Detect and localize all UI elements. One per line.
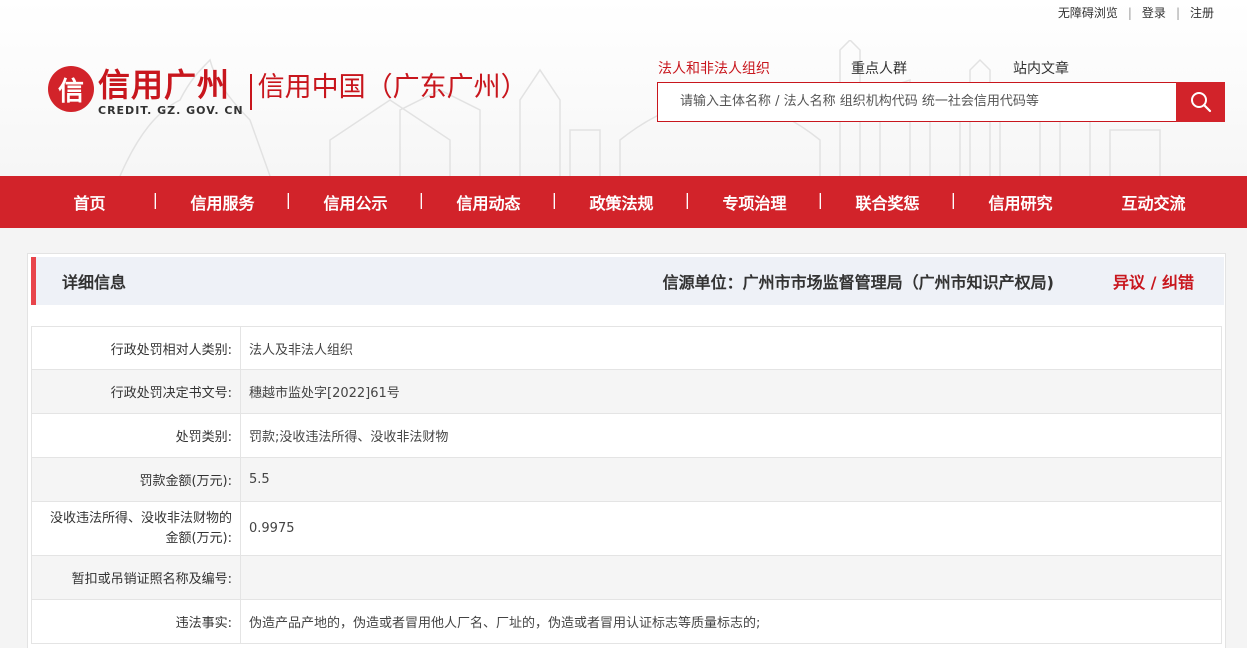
- nav-credit-publicity[interactable]: 信用公示: [289, 190, 424, 214]
- logo-subtitle: 信用中国（广东广州）: [257, 72, 528, 103]
- field-value: 伪造产品产地的，伪造或者冒用他人厂名、厂址的，伪造或者冒用认证标志等质量标志的;: [240, 599, 1222, 644]
- table-row: 行政处罚相对人类别: 法人及非法人组织: [31, 326, 1222, 370]
- logo-divider: [249, 74, 252, 110]
- field-label: 处罚类别:: [31, 413, 241, 458]
- search-tab-articles[interactable]: 站内文章: [1013, 58, 1175, 78]
- field-value: 0.9975: [240, 501, 1222, 556]
- field-label: 行政处罚决定书文号:: [31, 369, 241, 414]
- nav-credit-service[interactable]: 信用服务: [156, 190, 291, 214]
- nav-special-governance[interactable]: 专项治理: [688, 190, 823, 214]
- panel-title: 详细信息: [62, 273, 127, 292]
- logo-text-block: 信用广州 CREDIT. GZ. GOV. CN: [98, 66, 244, 117]
- nav-policies[interactable]: 政策法规: [555, 190, 690, 214]
- register-link[interactable]: 注册: [1190, 4, 1214, 21]
- search-input[interactable]: 请输入主体名称 / 法人名称 组织机构代码 统一社会信用代码等: [657, 82, 1177, 122]
- table-row: 罚款金额(万元): 5.5: [31, 457, 1222, 502]
- separator: |: [1127, 5, 1132, 20]
- field-value: 穗越市监处字[2022]61号: [240, 369, 1222, 414]
- nav-credit-news[interactable]: 信用动态: [422, 190, 557, 214]
- search-button[interactable]: [1176, 82, 1225, 122]
- login-link[interactable]: 登录: [1142, 4, 1166, 21]
- logo-mark: 信: [48, 66, 94, 112]
- search-icon: [1190, 92, 1211, 113]
- table-row: 行政处罚决定书文号: 穗越市监处字[2022]61号: [31, 369, 1222, 414]
- table-row: 没收违法所得、没收非法财物的金额(万元): 0.9975: [31, 501, 1222, 556]
- logo-domain: CREDIT. GZ. GOV. CN: [98, 104, 244, 117]
- site-logo[interactable]: 信 信用广州 CREDIT. GZ. GOV. CN 信用中国（广东广州）: [48, 66, 528, 117]
- field-value: 5.5: [240, 457, 1222, 502]
- separator: |: [1175, 5, 1180, 20]
- table-row: 处罚类别: 罚款;没收违法所得、没收非法财物: [31, 413, 1222, 458]
- main-nav: 首页 信用服务 信用公示 信用动态 政策法规 专项治理 联合奖惩 信用研究 互动…: [0, 176, 1247, 228]
- nav-interaction[interactable]: 互动交流: [1087, 190, 1220, 214]
- detail-panel: 详细信息 信源单位：广州市市场监督管理局（广州市知识产权局) 异议 / 纠错 行…: [27, 253, 1226, 648]
- accessibility-link[interactable]: 无障碍浏览: [1058, 4, 1118, 21]
- logo-title-cn: 信用广州: [98, 66, 231, 104]
- site-header: 无障碍浏览 | 登录 | 注册 信 信用广州 CREDIT. GZ. GOV. …: [0, 0, 1247, 176]
- table-row: 暂扣或吊销证照名称及编号:: [31, 555, 1222, 600]
- panel-header: 详细信息 信源单位：广州市市场监督管理局（广州市知识产权局) 异议 / 纠错: [31, 257, 1224, 305]
- nav-home[interactable]: 首页: [23, 190, 158, 214]
- source-unit: 信源单位：广州市市场监督管理局（广州市知识产权局): [662, 273, 1054, 292]
- field-label: 没收违法所得、没收非法财物的金额(万元):: [31, 501, 241, 556]
- field-label: 违法事实:: [31, 599, 241, 644]
- field-label: 罚款金额(万元):: [31, 457, 241, 502]
- detail-table: 行政处罚相对人类别: 法人及非法人组织 行政处罚决定书文号: 穗越市监处字[20…: [31, 326, 1222, 644]
- field-value: [240, 555, 1222, 600]
- field-value: 罚款;没收违法所得、没收非法财物: [240, 413, 1222, 458]
- nav-credit-research[interactable]: 信用研究: [954, 190, 1087, 214]
- table-row: 违法事实: 伪造产品产地的，伪造或者冒用他人厂名、厂址的，伪造或者冒用认证标志等…: [31, 599, 1222, 644]
- search-tab-people[interactable]: 重点人群: [851, 58, 1013, 78]
- search-tab-org[interactable]: 法人和非法人组织: [658, 58, 851, 78]
- objection-link[interactable]: 异议 / 纠错: [1113, 269, 1194, 293]
- field-label: 暂扣或吊销证照名称及编号:: [31, 555, 241, 600]
- field-label: 行政处罚相对人类别:: [31, 326, 241, 370]
- accent-bar: [31, 257, 36, 305]
- top-links: 无障碍浏览 | 登录 | 注册: [1058, 4, 1214, 21]
- field-value: 法人及非法人组织: [240, 326, 1222, 370]
- nav-rewards-punishments[interactable]: 联合奖惩: [821, 190, 956, 214]
- search-tabs: 法人和非法人组织 重点人群 站内文章: [658, 58, 1175, 78]
